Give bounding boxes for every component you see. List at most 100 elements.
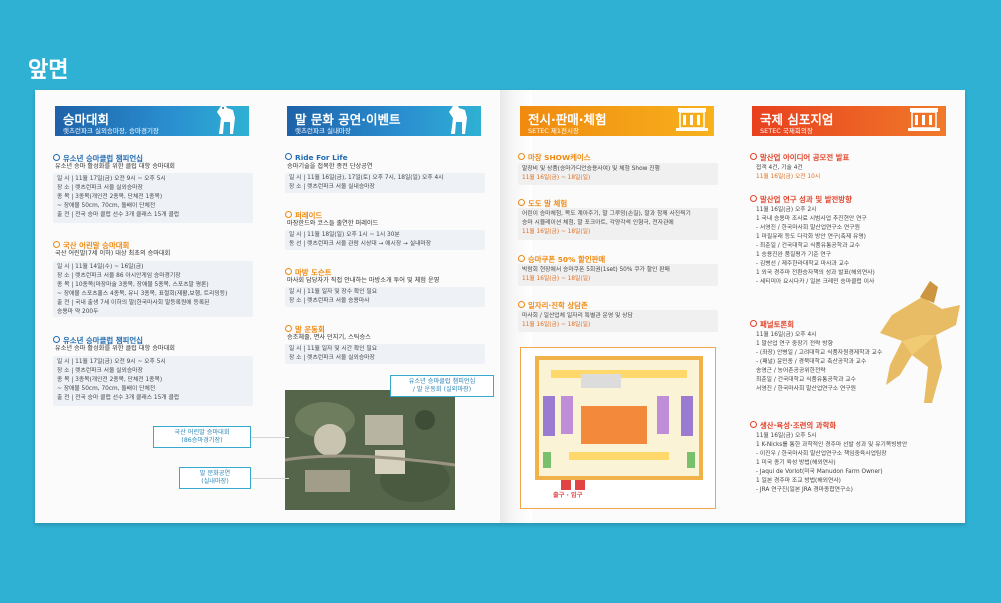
symp-sec3-title: 패널토론회 <box>750 319 794 330</box>
building-icon <box>908 108 940 131</box>
culture-sec3-row: 장 소 | 렛츠런파크 서울 승용마사 <box>289 298 370 304</box>
horse-icon <box>217 104 235 134</box>
callout-show-text: 말 문화공연 (실내마장) <box>199 470 231 485</box>
culture-header: 말 문화 공연·이벤트 렛츠런파크 실내마장 <box>287 104 481 136</box>
building-icon <box>676 108 708 131</box>
race-sec3-row: 일 시 | 11월 17일(금) 오전 9시 ~ 오후 5시 <box>57 359 166 365</box>
symp-sec3-row: 1 말산업 연구 중장기 전략 방향 <box>756 341 833 347</box>
horse-icon <box>449 104 467 134</box>
culture-sec3-desc: 마사회 담당자가 직접 안내하는 마방소개 투어 및 체험 운영 <box>287 277 440 284</box>
symp-sec4-row: - 이진우 / 한국마사회 말산업연구소 책임중육사업팀장 <box>756 451 887 457</box>
race-sec3-desc: 유소년 승마 활성화를 위한 클럽 대항 승마대회 <box>55 345 175 352</box>
race-sec1-row: 장 소 | 렛츠런파크 서울 실외승마장 <box>57 185 143 191</box>
culture-sec4-desc: 승조체줄, 면사 던지기, 스틱승스 <box>287 334 371 341</box>
race-sec1-desc: 유소년 승마 활성화를 위한 클럽 대항 승마대회 <box>55 163 175 170</box>
expo-sec4-date: 11월 16일(금) ~ 18일(일) <box>522 322 591 328</box>
culture-subtitle: 렛츠런파크 실내마장 <box>295 127 351 135</box>
expo-sec1-box: 말장비 및 상품(승마가디언승용사여) 및 체험 Show 진행 11월 16일… <box>518 163 718 185</box>
expo-sec2-date: 11월 16일(금) ~ 18일(일) <box>522 229 591 235</box>
callout-line <box>249 478 289 479</box>
expo-sec2-row: 승마 시뮬레이션 체험, 말 포크아트, 각양각색 인형극, 전자관에 <box>522 220 674 226</box>
culture-sec1-desc: 승마기술을 접목한 종전 단상공연 <box>287 163 373 170</box>
race-sec3-row: 종 목 | 3종목(개인전 2종목, 단체전 1종목) <box>57 377 163 383</box>
expo-header: 전시·판매·체험 SETEC 제1전시장 <box>520 106 714 136</box>
page-label: 앞면 <box>28 58 69 83</box>
symp-sec2-title: 말산업 연구 성과 및 발전방향 <box>750 194 852 205</box>
brochure-sheet: 승마대회 렛츠런파크 실외승마장, 승마경기장 유소년 승마클럽 챔피언십 유소… <box>35 90 965 523</box>
race-sec2-row: ~ 장애물 스포츠홀스 4종목, 유니 3종목, 표절회(재활,보행, 트리밍등… <box>57 291 228 297</box>
culture-sec4-box: 일 시 | 11월 일자 및 시간 확인 필요 장 소 | 렛츠런파크 서울 실… <box>285 344 485 364</box>
race-sec2-row: 승용마 약 200두 <box>57 309 99 315</box>
expo-sec3-row: 박람회 현장에서 승마쿠폰 5회권(1set) 50% 쿠가 할인 판매 <box>522 267 670 273</box>
race-sec3-box: 일 시 | 11월 17일(금) 오전 9시 ~ 오후 5시 장 소 | 렛츠런… <box>53 356 253 406</box>
aerial-map <box>285 390 455 510</box>
symp-sec4-title: 생산·육성·조련의 과학화 <box>750 420 836 431</box>
symp-sec2-row: 1 외국 경주마 전환승자책의 성과 발표(해외연사) <box>756 270 875 276</box>
callout-young-text: 국산 어린말 승마대회 (86승마경기장) <box>174 429 230 444</box>
symp-sec2-row: 11월 16일(금) 오후 2시 <box>756 207 817 213</box>
floor-plan-drawing <box>535 356 703 490</box>
symp-sec2-row: 1 승용진완 품질평가 기준 연구 <box>756 252 832 258</box>
symp-sec4-row: - JRA 연구진(일본 JRA 경마종합연구소) <box>756 487 853 493</box>
expo-sec3-box: 박람회 현장에서 승마쿠폰 5회권(1set) 50% 쿠가 할인 판매 11월… <box>518 264 718 286</box>
race-sec3-row: 출 전 | 전국 승마 클럽 선수 3개 클래스 15개 클럽 <box>57 395 180 401</box>
symp-sec3-row: 11월 16일(금) 오후 4시 <box>756 332 817 338</box>
race-header: 승마대회 렛츠런파크 실외승마장, 승마경기장 <box>55 104 249 136</box>
culture-sec2-box: 일 시 | 11월 18일(일) 오후 1시 ~ 1시 30분 동 선 | 렛츠… <box>285 230 485 250</box>
symp-sec3-row: - (패널) 윤민종 / 경북대학교 축산공학과 교수 <box>756 359 867 365</box>
jockey-horse-illustration <box>880 281 960 403</box>
culture-sec1-title: Ride For Life <box>285 153 348 162</box>
race-sec1-row: 출 전 | 전국 승마 클럽 선수 3개 클래스 15개 클럽 <box>57 212 180 218</box>
symp-sec2-row: - 김병선 / 제주한라대학교 마사과 교수 <box>756 261 850 267</box>
race-sec2-row: 종 목 | 10종목(마장마술 3종목, 장애물 5종목, 스포츠말 평론) <box>57 282 209 288</box>
symp-sec4-row: 1 일본 경주마 조교 방법(해외연사) <box>756 478 841 484</box>
expo-sec3-date: 11월 16일(금) ~ 18일(일) <box>522 276 591 282</box>
symp-sec2-row: - 세티미아 요시다카 / 일본 크레민 승마클럽 이사 <box>756 279 875 285</box>
symp-sec4-row: 11월 16일(금) 오후 5시 <box>756 433 817 439</box>
race-sec2-row: 일 시 | 11월 14일(수) ~ 16일(금) <box>57 264 144 270</box>
callout-line <box>249 437 289 438</box>
panel-race: 승마대회 렛츠런파크 실외승마장, 승마경기장 유소년 승마클럽 챔피언십 유소… <box>35 90 267 523</box>
expo-sec4-row: 마사회 / 일산업체 일자리 특별관 운영 및 상담 <box>522 313 633 319</box>
callout-show: 말 문화공연 (실내마장) <box>179 467 251 489</box>
race-sec2-row: 장 소 | 렛츠런파크 서울 86 아시안게임 승마경기장 <box>57 273 181 279</box>
symp-sec2-row: 1 국내 승용마 조사료 시범사업 추진현안 연구 <box>756 216 867 222</box>
callout-champ-text: 유소년 승마클럽 챔피언십 / 말 운동회 (실외마장) <box>408 378 476 393</box>
culture-sec1-row: 일 시 | 11월 16일(금), 17일(토) 오후 7시, 18일(일) 오… <box>289 175 444 181</box>
expo-sec1-title: 마장 SHOW케이스 <box>518 152 591 163</box>
symp-sec3-row: - (좌장) 안병일 / 고려대학교 식품자원경제학과 교수 <box>756 350 883 356</box>
race-sec3-row: 장 소 | 렛츠런파크 서울 실외승마장 <box>57 368 143 374</box>
expo-sec2-row: 어린이 승마체험, 목도 계아주기, 말 그루밍(손질), 말과 함께 사진찍기 <box>522 211 691 217</box>
expo-sec2-box: 어린이 승마체험, 목도 계아주기, 말 그루밍(손질), 말과 함께 사진찍기… <box>518 208 718 240</box>
race-sec1-row: ~ 장애물 50cm, 70cm, 돌배이 단체전 <box>57 203 156 209</box>
symp-sec4-row: - Jaqui de Vorlot(미국 Manudon Farm Owner) <box>756 469 883 475</box>
culture-sec2-desc: 마장한드와 코스들 출연한 퍼레이드 <box>287 220 379 227</box>
symp-sec4-row: 1 K-Nicks를 통한 과학적인 경주마 선발 성과 및 유기목빙방안 <box>756 442 908 448</box>
race-sec1-row: 일 시 | 11월 17일(금) 오전 9시 ~ 오후 5시 <box>57 176 166 182</box>
symp-sec1-row: 접객 4건, 기술 4건 <box>756 165 803 171</box>
symp-sec3-row: 최춘일 / 건국대학교 식품유통공학과 교수 <box>756 377 856 383</box>
panel-symposium: 국제 심포지엄 SETEC 국제회의장 말산업 아이디어 공모전 발표 접객 4… <box>732 90 964 523</box>
race-sec2-row: 출 전 | 국내 출생 7세 이하의 말(한국마사회 말등록원에 등록된 <box>57 300 210 306</box>
culture-sec1-box: 일 시 | 11월 16일(금), 17일(토) 오후 7시, 18일(일) 오… <box>285 173 485 193</box>
race-sec3-row: ~ 장애물 50cm, 70cm, 돌배이 단체전 <box>57 386 156 392</box>
culture-sec4-row: 일 시 | 11월 일자 및 시간 확인 필요 <box>289 346 378 352</box>
race-sec2-desc: 국산 어린말(7세 이하) 대상 최초의 승마대회 <box>55 250 171 257</box>
symp-sec1-row: 11월 16일(금) 오전 10시 <box>756 174 821 180</box>
expo-subtitle: SETEC 제1전시장 <box>528 127 579 135</box>
race-sec1-row: 종 목 | 3종목(개인전 2종목, 단체전 1종목) <box>57 194 163 200</box>
expo-sec1-date: 11월 16일(금) ~ 18일(일) <box>522 175 591 181</box>
symp-sec1-title: 말산업 아이디어 공모전 발표 <box>750 152 849 163</box>
floor-exits: 출구 · 입구 <box>553 492 583 499</box>
culture-sec2-row: 일 시 | 11월 18일(일) 오후 1시 ~ 1시 30분 <box>289 232 400 238</box>
aerial-photo <box>285 390 455 510</box>
symposium-subtitle: SETEC 국제회의장 <box>760 127 813 135</box>
culture-sec3-box: 일 시 | 11월 일자 및 장수 확인 필요 장 소 | 렛츠런파크 서울 승… <box>285 287 485 307</box>
floor-plan: 출구 · 입구 <box>520 347 716 509</box>
symp-sec3-row: 서영진 / 한국마사회 말산업연구소 연구원 <box>756 386 856 392</box>
symp-sec2-row: 1 마필유래 등도 다각화 방안 연구(축제 유명) <box>756 234 866 240</box>
race-sec1-box: 일 시 | 11월 17일(금) 오전 9시 ~ 오후 5시 장 소 | 렛츠런… <box>53 173 253 223</box>
culture-sec2-row: 동 선 | 렛츠런파크 서울 관람 시상대 → 에시장 → 실내마장 <box>289 241 432 247</box>
culture-sec3-row: 일 시 | 11월 일자 및 장수 확인 필요 <box>289 289 378 295</box>
race-sec2-box: 일 시 | 11월 14일(수) ~ 16일(금) 장 소 | 렛츠런파크 서울… <box>53 261 253 317</box>
